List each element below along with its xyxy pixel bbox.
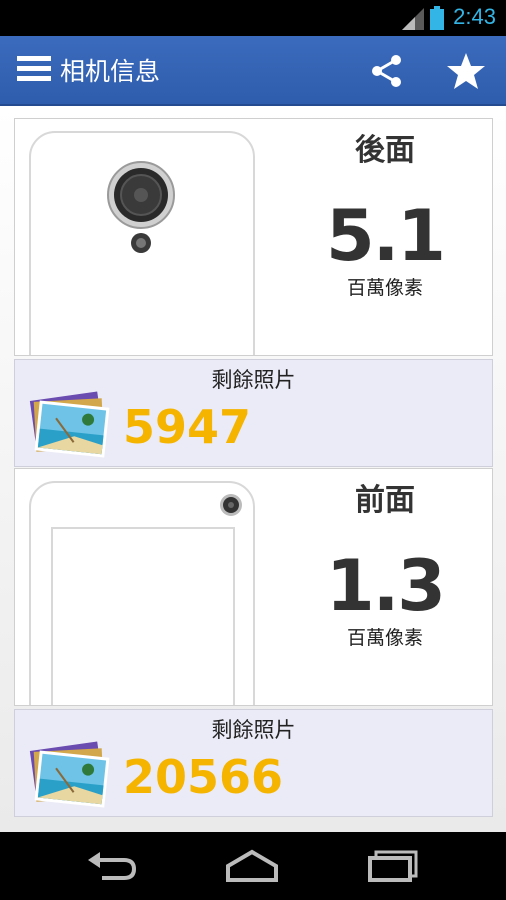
- content-area: 後面 5.1 百萬像素 剩餘照片 5947 前面 1.3 百萬像素 剩餘照片 2…: [0, 106, 506, 832]
- front-camera-label: 前面: [355, 483, 415, 518]
- menu-icon[interactable]: [17, 56, 51, 84]
- phone-screen: [51, 527, 235, 705]
- status-bar: 2:43: [0, 0, 506, 36]
- front-photos-count: 20566: [123, 750, 284, 804]
- rear-camera-lens-icon: [107, 161, 175, 253]
- photos-stack-icon: [29, 391, 110, 458]
- rear-photos-count: 5947: [123, 400, 252, 454]
- rear-photos-remaining-card: 剩餘照片 5947: [14, 359, 493, 467]
- rear-megapixels: 5.1: [325, 195, 446, 277]
- front-camera-card: 前面 1.3 百萬像素: [14, 468, 493, 706]
- phone-front-illustration: [29, 481, 255, 705]
- action-bar: 相机信息: [0, 36, 506, 106]
- recents-icon[interactable]: [364, 848, 424, 884]
- front-megapixels-unit: 百萬像素: [346, 627, 423, 649]
- rear-megapixels-unit: 百萬像素: [346, 277, 423, 299]
- rear-camera-label: 後面: [355, 133, 415, 168]
- phone-back-illustration: [29, 131, 255, 355]
- rear-camera-card: 後面 5.1 百萬像素: [14, 118, 493, 356]
- front-megapixels: 1.3: [325, 545, 446, 627]
- star-icon[interactable]: [446, 51, 486, 91]
- navigation-bar: [0, 832, 506, 900]
- status-time: 2:43: [453, 4, 496, 29]
- photos-stack-icon: [29, 741, 110, 808]
- page-title: 相机信息: [60, 57, 161, 86]
- front-photos-remaining-card: 剩餘照片 20566: [14, 709, 493, 817]
- battery-icon: [430, 6, 444, 30]
- share-icon[interactable]: [370, 54, 404, 88]
- front-camera-lens-icon: [220, 494, 242, 516]
- back-icon[interactable]: [82, 848, 142, 884]
- signal-icon: [402, 8, 424, 30]
- home-icon[interactable]: [222, 848, 282, 884]
